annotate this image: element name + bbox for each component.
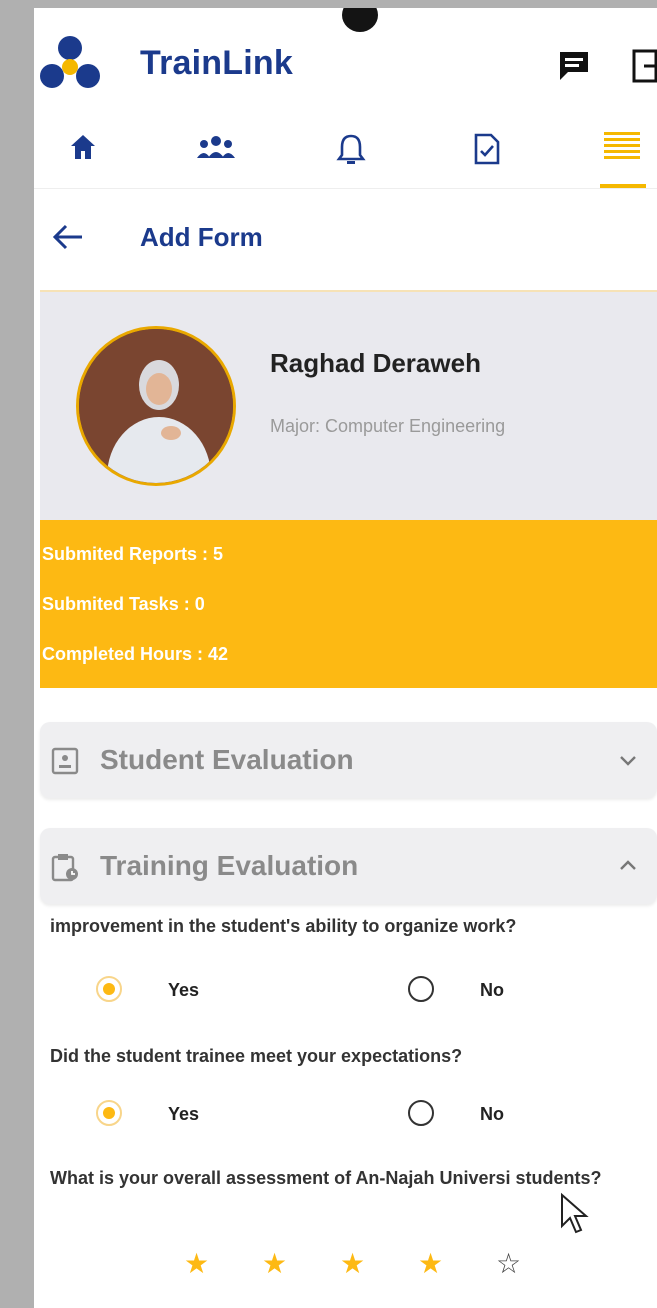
report-check-icon [474, 133, 500, 165]
bell-icon [336, 134, 366, 164]
question-2-no-label[interactable]: No [480, 1104, 504, 1125]
question-2-no-radio[interactable] [408, 1100, 434, 1126]
training-evaluation-accordion[interactable]: Training Evaluation [40, 828, 657, 904]
chevron-down-icon[interactable] [616, 748, 640, 772]
people-icon [197, 136, 235, 158]
question-1-yes-label[interactable]: Yes [168, 980, 199, 1001]
menu-lines-icon [604, 132, 640, 159]
student-profile-card: Raghad Deraweh Major: Computer Engineeri… [40, 290, 657, 520]
question-2-text: Did the student trainee meet your expect… [50, 1046, 463, 1066]
stat-tasks: Submited Tasks : 0 [42, 594, 205, 614]
page-header: Add Form [34, 208, 657, 272]
app-bar: TrainLink [34, 30, 657, 102]
question-3-text: What is your overall assessment of An-Na… [50, 1168, 602, 1188]
student-evaluation-title: Student Evaluation [100, 744, 354, 775]
nav-reports[interactable] [472, 120, 512, 196]
nav-divider [34, 188, 657, 189]
stats-band: Submited Reports : 5 Submited Tasks : 0 … [40, 520, 657, 688]
question-1-text: improvement in the student's ability to … [50, 916, 517, 936]
trainlink-logo-icon [40, 36, 100, 88]
question-2-yes-radio[interactable] [96, 1100, 122, 1126]
rating-star-5-icon[interactable]: ☆ [496, 1244, 521, 1284]
rating-star-4-icon[interactable]: ★ [418, 1244, 443, 1284]
logout-icon[interactable] [630, 48, 657, 84]
stat-hours: Completed Hours : 42 [42, 644, 229, 664]
back-arrow-icon[interactable] [50, 222, 86, 252]
question-1-no-radio[interactable] [408, 976, 434, 1002]
app-title: TrainLink [140, 44, 293, 82]
student-name: Raghad Deraweh [270, 348, 481, 378]
app-screen: TrainLink Add Form Raghad Deraweh Major:… [34, 8, 657, 1308]
question-2-yes-label[interactable]: Yes [168, 1104, 199, 1125]
avatar-photo [79, 329, 233, 483]
stat-reports: Submited Reports : 5 [42, 544, 224, 564]
device-frame [0, 0, 34, 1308]
nav-people[interactable] [194, 120, 254, 196]
chevron-up-icon[interactable] [616, 854, 640, 878]
nav-notifications[interactable] [336, 120, 376, 196]
home-icon [71, 135, 95, 159]
bottom-tab-nav [34, 120, 657, 196]
rating-star-2-icon[interactable]: ★ [262, 1244, 287, 1284]
rating-star-1-icon[interactable]: ★ [184, 1244, 209, 1284]
student-evaluation-accordion[interactable]: Student Evaluation [40, 722, 657, 798]
nav-home[interactable] [68, 120, 112, 196]
camera-notch [342, 8, 378, 32]
clipboard-clock-icon [51, 854, 78, 882]
device-frame-top [0, 0, 657, 8]
training-evaluation-title: Training Evaluation [100, 850, 359, 881]
avatar [76, 326, 236, 486]
rating-stars: ★ ★ ★ ★ ☆ [184, 1244, 544, 1284]
question-1-no-label[interactable]: No [480, 980, 504, 1001]
rating-star-3-icon[interactable]: ★ [340, 1244, 365, 1284]
chat-icon[interactable] [554, 48, 594, 84]
mouse-cursor-icon [561, 1192, 589, 1234]
id-card-icon [51, 747, 79, 775]
student-major: Major: Computer Engineering [270, 416, 506, 436]
page-title: Add Form [140, 222, 263, 252]
question-1-yes-radio[interactable] [96, 976, 122, 1002]
